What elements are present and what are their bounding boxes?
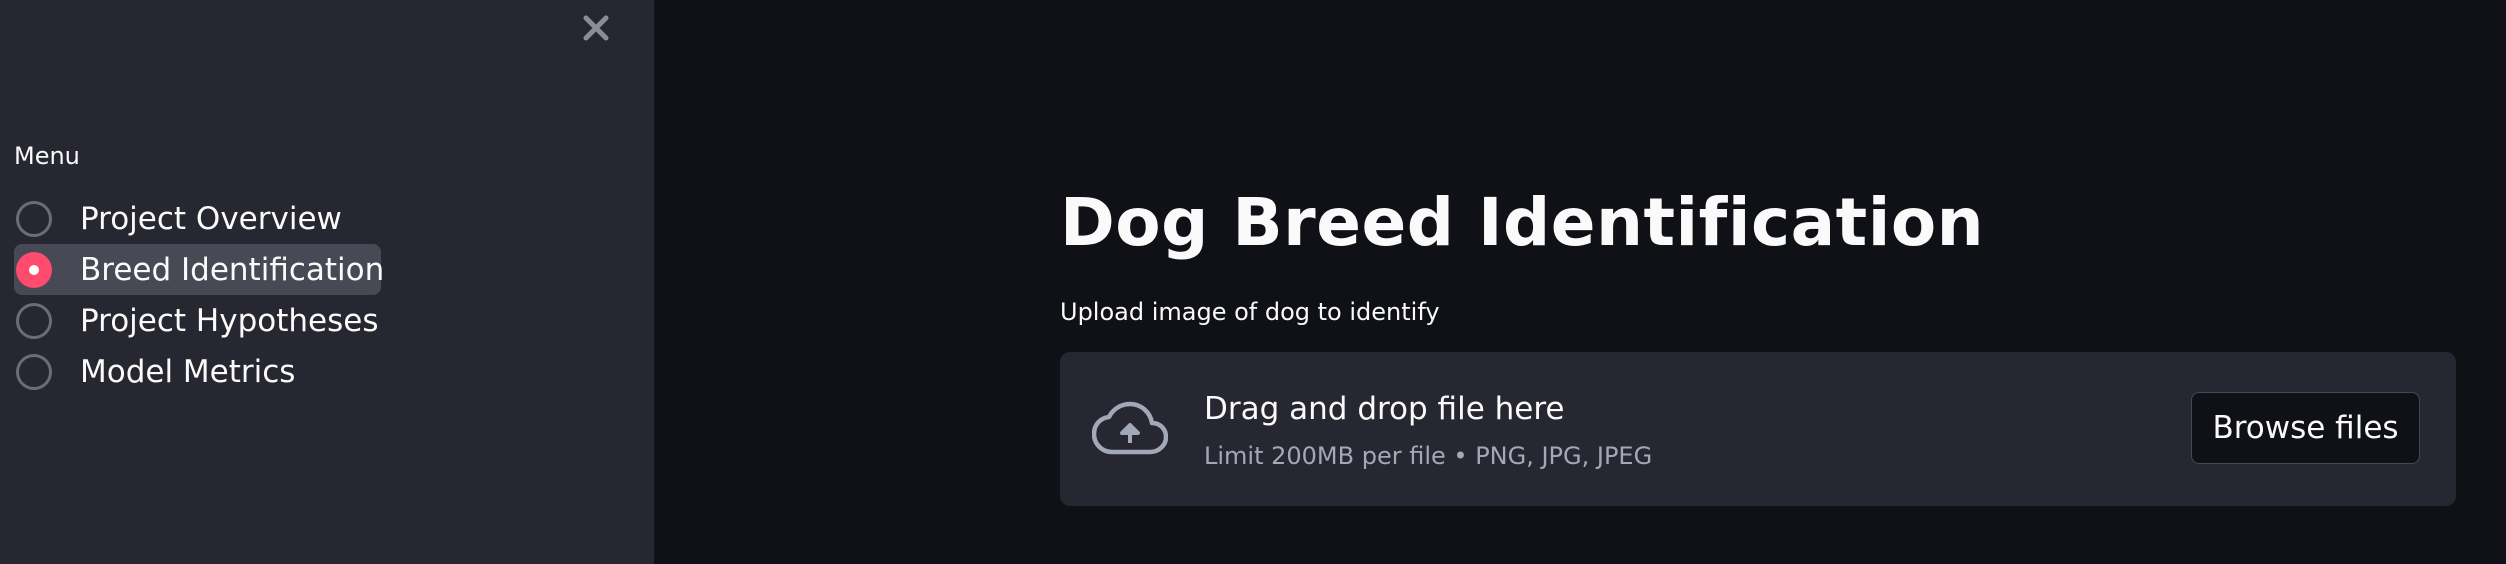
radio-button[interactable]: [16, 353, 52, 390]
file-uploader-label: Upload image of dog to identify: [1060, 298, 1440, 326]
radio-button[interactable]: [16, 200, 52, 237]
menu-radio-group: Project Overview Breed Identification Pr…: [14, 193, 384, 397]
sidebar: Menu Project Overview Breed Identificati…: [0, 0, 654, 564]
app: Menu Project Overview Breed Identificati…: [0, 0, 2506, 564]
radio-button-selected[interactable]: [16, 251, 52, 288]
menu-item-project-hypotheses[interactable]: Project Hypotheses: [14, 295, 384, 346]
menu-item-breed-identification[interactable]: Breed Identification: [14, 244, 384, 295]
close-icon: [583, 15, 609, 41]
drop-instructions: Drag and drop file here: [1204, 391, 1565, 427]
main-content: Dog Breed Identification Upload image of…: [654, 0, 2506, 564]
cloud-upload-icon: [1092, 401, 1168, 455]
menu-item-project-overview[interactable]: Project Overview: [14, 193, 384, 244]
file-dropzone[interactable]: Drag and drop file here Limit 200MB per …: [1060, 352, 2456, 506]
menu-label: Menu: [14, 142, 80, 170]
menu-item-label: Model Metrics: [80, 353, 296, 390]
page-title: Dog Breed Identification: [1060, 184, 1985, 261]
menu-item-model-metrics[interactable]: Model Metrics: [14, 346, 384, 397]
menu-item-label: Breed Identification: [80, 251, 385, 288]
file-limit-text: Limit 200MB per file • PNG, JPG, JPEG: [1204, 442, 1653, 470]
close-sidebar-button[interactable]: [578, 10, 614, 46]
browse-files-button[interactable]: Browse files: [2191, 392, 2420, 464]
radio-button[interactable]: [16, 302, 52, 339]
menu-item-label: Project Overview: [80, 200, 342, 237]
menu-item-label: Project Hypotheses: [80, 302, 379, 339]
